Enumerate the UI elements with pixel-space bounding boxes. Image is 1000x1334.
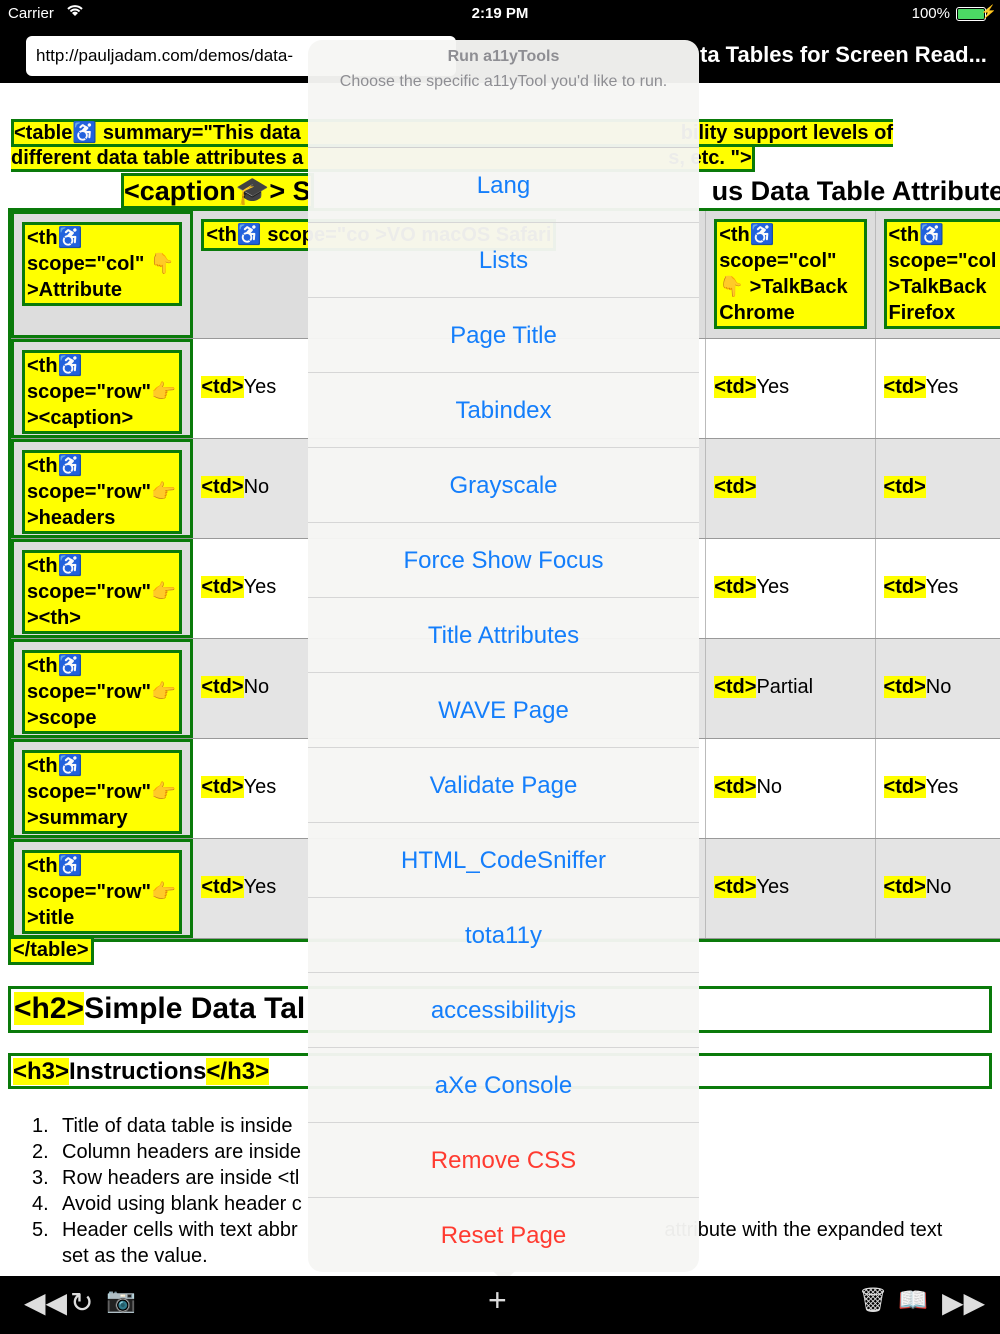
header-cell-talkback-chrome: <th♿ scope="col" 👇 >TalkBack Chrome	[706, 211, 876, 338]
header-cell-attribute: <th♿ scope="col" 👇>Attribute	[11, 211, 194, 338]
option-title-attributes[interactable]: Title Attributes	[308, 598, 699, 673]
table-cell: <td>Yes	[875, 739, 1000, 838]
reload-icon[interactable]: ↻	[70, 1286, 93, 1319]
option-lists[interactable]: Lists	[308, 223, 699, 298]
option-tota11y[interactable]: tota11y	[308, 898, 699, 973]
option-lang[interactable]: Lang	[308, 148, 699, 223]
row-header: <th♿ scope="row"👉 >title	[11, 839, 194, 938]
camera-icon[interactable]: 📷	[106, 1286, 136, 1315]
option-remove-css[interactable]: Remove CSS	[308, 1123, 699, 1198]
charging-icon: ⚡	[980, 4, 997, 19]
action-sheet-message: Choose the specific a11yTool you'd like …	[339, 73, 668, 90]
action-sheet-header: Run a11yTools Choose the specific a11yTo…	[308, 40, 699, 148]
page-title: ta Tables for Screen Read...	[700, 42, 987, 67]
clock: 2:19 PM	[471, 5, 529, 22]
table-cell: <td>	[875, 439, 1000, 538]
row-header: <th♿ scope="row"👉 >headers	[11, 439, 194, 538]
option-axe-console[interactable]: aXe Console	[308, 1048, 699, 1123]
row-header: <th♿ scope="row"👉 ><caption>	[11, 339, 194, 438]
table-cell: <td>	[706, 439, 876, 538]
table-close-tag: </table>	[8, 936, 94, 965]
bottom-toolbar: ◀◀ ↻ 📷 + 🗑 📖 ▶▶	[0, 1276, 1000, 1334]
table-cell: <td>Yes	[706, 539, 876, 638]
row-header: <th♿ scope="row"👉 >summary	[11, 739, 194, 838]
table-cell: <td>Yes	[706, 339, 876, 438]
back-icon[interactable]: ◀◀	[24, 1286, 67, 1319]
battery-percent: 100%	[911, 5, 950, 22]
option-reset-page[interactable]: Reset Page	[308, 1198, 699, 1272]
row-header: <th♿ scope="row"👉 ><th>	[11, 539, 194, 638]
trash-icon[interactable]: 🗑	[858, 1286, 888, 1315]
option-wave-page[interactable]: WAVE Page	[308, 673, 699, 748]
option-force-show-focus[interactable]: Force Show Focus	[308, 523, 699, 598]
bookmarks-icon[interactable]: 📖	[898, 1286, 928, 1315]
option-accessibilityjs[interactable]: accessibilityjs	[308, 973, 699, 1048]
header-cell-talkback-firefox: <th♿ scope="col >TalkBack Firefox	[876, 211, 1000, 338]
action-sheet: Run a11yTools Choose the specific a11yTo…	[308, 40, 699, 1272]
option-page-title[interactable]: Page Title	[308, 298, 699, 373]
table-cell: <td>Yes	[875, 539, 1000, 638]
table-cell: <td>Yes	[706, 839, 876, 938]
table-cell: <td>No	[875, 639, 1000, 738]
row-header: <th♿ scope="row"👉 >scope	[11, 639, 194, 738]
option-validate-page[interactable]: Validate Page	[308, 748, 699, 823]
add-icon[interactable]: +	[488, 1282, 507, 1319]
option-tabindex[interactable]: Tabindex	[308, 373, 699, 448]
table-cell: <td>No	[706, 739, 876, 838]
forward-icon[interactable]: ▶▶	[942, 1286, 985, 1319]
table-cell: <td>No	[875, 839, 1000, 938]
option-grayscale[interactable]: Grayscale	[308, 448, 699, 523]
option-html-codesniffer[interactable]: HTML_CodeSniffer	[308, 823, 699, 898]
table-cell: <td>Partial	[706, 639, 876, 738]
status-bar: Carrier 2:19 PM 100% ⚡	[0, 0, 1000, 28]
table-cell: <td>Yes	[875, 339, 1000, 438]
action-sheet-title: Run a11yTools	[447, 48, 560, 65]
